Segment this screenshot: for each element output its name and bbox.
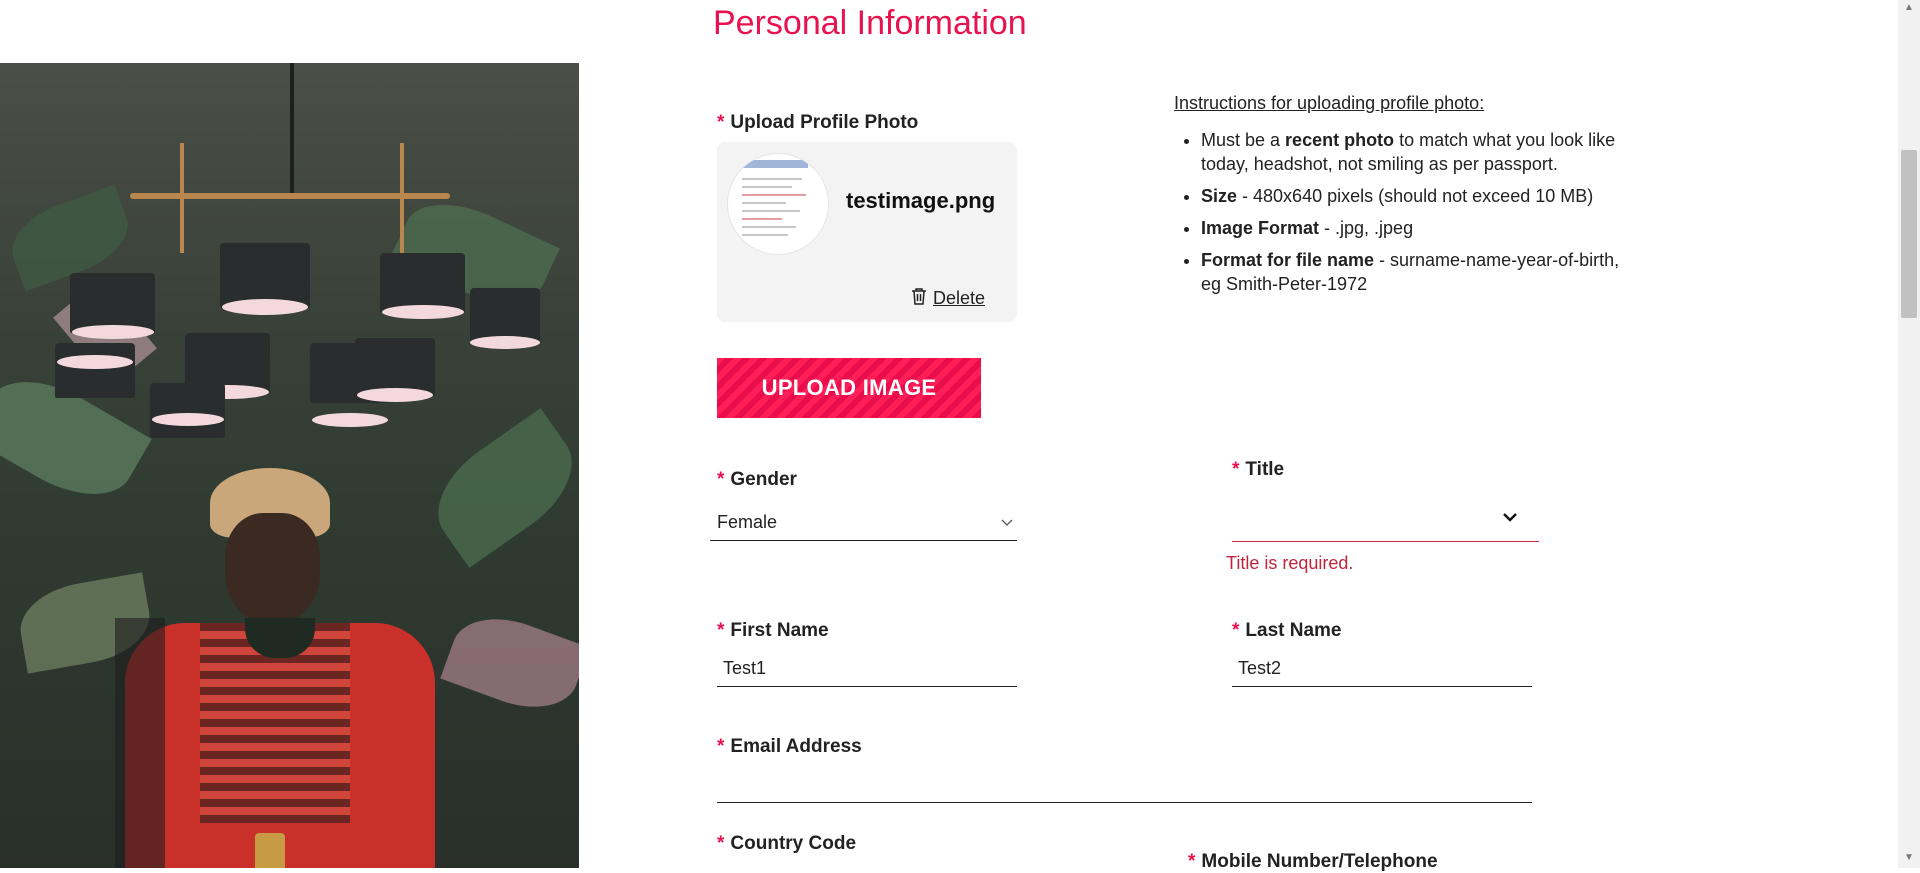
upload-photo-label: * Upload Profile Photo [717,112,918,134]
uploaded-image-thumbnail [727,153,829,255]
last-name-field[interactable]: Test2 [1232,654,1532,687]
scrollbar-thumb[interactable] [1901,150,1917,318]
title-select[interactable] [1232,502,1539,542]
delete-photo-button[interactable]: Delete [911,287,985,310]
country-code-label: * Country Code [717,833,857,854]
page-scrollbar[interactable] [1898,0,1920,868]
scroll-down-icon[interactable]: ▼ [1904,852,1914,863]
delete-label: Delete [933,288,986,308]
gender-select[interactable]: Female [710,506,1017,541]
last-name-label: * Last Name [1232,620,1342,641]
hero-photo [0,63,579,868]
title-error-message: Title is required. [1226,553,1354,573]
instruction-item: Size - 480x640 pixels (should not exceed… [1201,184,1631,208]
instruction-item: Image Format - .jpg, .jpeg [1201,216,1631,240]
instruction-item: Must be a recent photo to match what you… [1201,128,1631,176]
instructions-title: Instructions for uploading profile photo… [1174,93,1485,113]
instructions-list: Must be a recent photo to match what you… [1174,128,1631,304]
first-name-label: * First Name [717,620,829,641]
first-name-value: Test1 [723,658,767,678]
upload-image-button[interactable]: UPLOAD IMAGE [717,358,981,418]
upload-photo-label-text: Upload Profile Photo [730,112,919,133]
gender-label: * Gender [717,469,797,490]
required-mark: * [717,112,725,133]
chevron-down-icon [1001,514,1013,532]
first-name-field[interactable]: Test1 [717,654,1017,687]
last-name-value: Test2 [1238,658,1282,678]
gender-value: Female [717,512,778,532]
title-label: * Title [1232,459,1285,480]
page-title: Personal Information [713,4,1027,42]
scroll-up-icon[interactable]: ▲ [1904,2,1914,13]
email-label: * Email Address [717,736,862,757]
uploaded-filename: testimage.png [846,188,996,213]
trash-icon [911,287,927,310]
mobile-number-label: * Mobile Number/Telephone [1188,851,1438,872]
instruction-item: Format for file name - surname-name-year… [1201,248,1631,296]
email-field[interactable] [717,770,1532,803]
chevron-down-icon [1502,510,1518,528]
